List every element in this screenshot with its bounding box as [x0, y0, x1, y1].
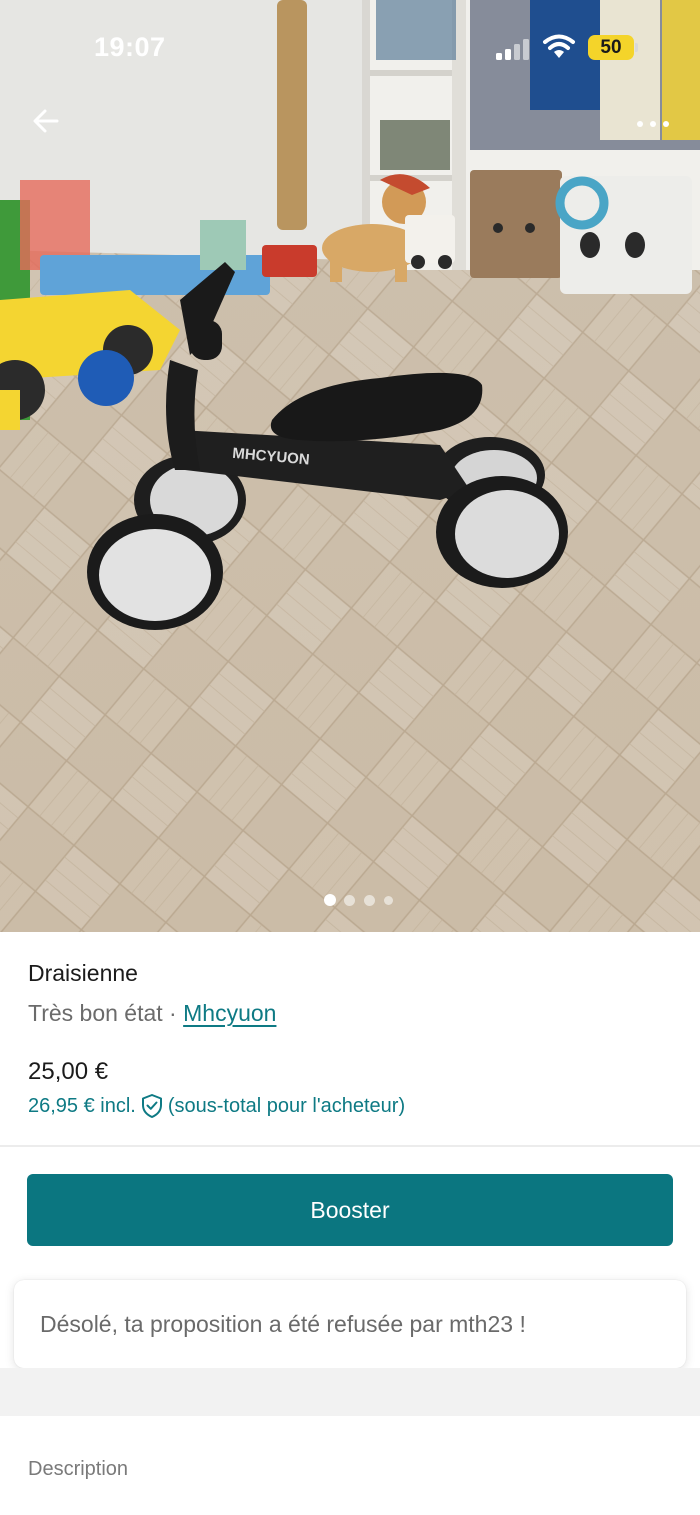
offer-refused-toast: Désolé, ta proposition a été refusée par… [14, 1280, 686, 1368]
photo-pager [324, 893, 396, 907]
description-heading: Description [28, 1458, 129, 1480]
item-condition: Très bon état [28, 1000, 163, 1026]
price-incl-value: 26,95 € incl. [28, 1094, 136, 1117]
brand-link[interactable]: Mhcyuon [183, 1000, 276, 1026]
item-subtitle: Très bon état · Mhcyuon [28, 1000, 678, 1027]
signal-icon [496, 38, 532, 60]
price-incl-note: (sous-total pour l'acheteur) [167, 1094, 406, 1117]
back-arrow-icon [33, 109, 59, 133]
status-time: 19:07 [94, 32, 166, 62]
battery-tip [635, 43, 638, 52]
pager-dot[interactable] [364, 895, 375, 906]
section-spacer [0, 1368, 700, 1416]
more-options-icon [637, 121, 669, 127]
pager-dot[interactable] [344, 895, 355, 906]
battery-icon: 50 [588, 35, 634, 60]
booster-button[interactable]: Booster [27, 1174, 673, 1246]
more-options-button[interactable] [630, 106, 676, 142]
buyer-protection-price[interactable]: 26,95 € incl. (sous-total pour l'acheteu… [28, 1093, 405, 1119]
wifi-icon [543, 34, 575, 58]
product-photo-image: MHCYUON [0, 0, 700, 932]
divider [0, 1145, 700, 1147]
shield-check-icon [141, 1094, 162, 1118]
status-bar: 19:07 50 [0, 0, 700, 96]
back-button[interactable] [24, 100, 68, 144]
listing-info: Draisienne Très bon état · Mhcyuon [28, 960, 678, 1027]
item-title: Draisienne [28, 960, 138, 986]
listing-photo[interactable]: MHCYUON 19:07 50 [0, 0, 700, 932]
subtitle-separator: · [162, 1000, 184, 1026]
item-price: 25,00 € [28, 1058, 109, 1085]
pager-dot[interactable] [324, 894, 336, 906]
toast-message: Désolé, ta proposition a été refusée par… [40, 1310, 526, 1337]
pager-dot[interactable] [384, 896, 393, 905]
